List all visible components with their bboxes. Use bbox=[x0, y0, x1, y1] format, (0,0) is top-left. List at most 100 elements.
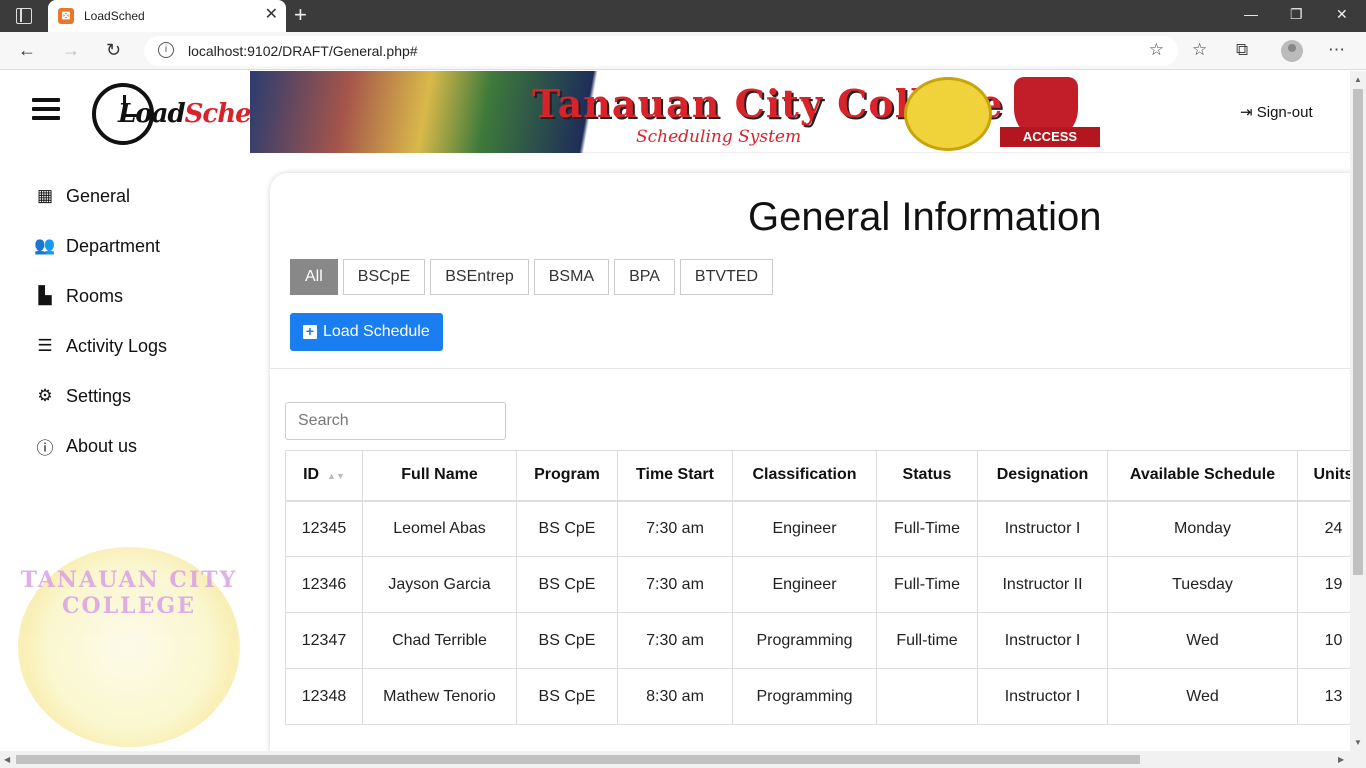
hamburger-menu-icon[interactable] bbox=[32, 98, 60, 120]
banner-subtitle: Scheduling System bbox=[636, 127, 802, 147]
cell-program: BS CpE bbox=[516, 668, 618, 725]
browser-tab[interactable]: ⊠ LoadSched ✕ bbox=[48, 0, 286, 32]
new-tab-icon[interactable]: + bbox=[294, 4, 307, 26]
cell-classification: Engineer bbox=[732, 500, 877, 557]
seal-text: TANAUAN CITY COLLEGE bbox=[20, 567, 238, 619]
collections-icon[interactable]: ⧉ bbox=[1236, 41, 1248, 59]
back-icon[interactable]: ← bbox=[18, 40, 36, 60]
restore-icon[interactable]: ❐ bbox=[1290, 6, 1303, 23]
sidebar-item-settings[interactable]: ⚙ Settings bbox=[0, 371, 250, 421]
cell-program: BS CpE bbox=[516, 612, 618, 669]
load-schedule-button[interactable]: + Load Schedule bbox=[290, 313, 443, 351]
filter-bscpe[interactable]: BSCpE bbox=[342, 259, 426, 295]
sidebar-item-rooms[interactable]: ▙ Rooms bbox=[0, 271, 250, 321]
more-menu-icon[interactable]: ⋯ bbox=[1328, 41, 1345, 59]
plus-square-icon: + bbox=[303, 324, 317, 339]
cell-program: BS CpE bbox=[516, 556, 618, 613]
table-row[interactable]: 12348 Mathew Tenorio BS CpE 8:30 am Prog… bbox=[285, 668, 1366, 725]
vertical-scrollbar[interactable]: ▲ ▼ bbox=[1350, 71, 1366, 751]
cell-status: Full-Time bbox=[876, 500, 978, 557]
users-icon: 👥 bbox=[34, 236, 56, 255]
cell-id: 12345 bbox=[285, 500, 363, 557]
cell-designation: Instructor I bbox=[977, 668, 1108, 725]
general-info-card: General Information All BSCpE BSEntrep B… bbox=[270, 173, 1366, 768]
sidebar-menu: ▦ General 👥 Department ▙ Rooms ☰ Activit… bbox=[0, 171, 250, 471]
table-header-row: ID ▲▼ Full Name Program Time Start Classi… bbox=[285, 450, 1366, 502]
filter-bsma[interactable]: BSMA bbox=[533, 259, 610, 295]
url-box[interactable]: i localhost:9102/DRAFT/General.php# ☆ bbox=[144, 36, 1178, 66]
horizontal-scroll-thumb[interactable] bbox=[16, 755, 1140, 764]
minimize-icon[interactable]: — bbox=[1244, 6, 1258, 22]
site-info-icon[interactable]: i bbox=[158, 42, 174, 58]
column-header-full-name[interactable]: Full Name bbox=[362, 450, 517, 502]
column-header-designation[interactable]: Designation bbox=[977, 450, 1108, 502]
table-row[interactable]: 12345 Leomel Abas BS CpE 7:30 am Enginee… bbox=[285, 500, 1366, 557]
cell-id: 12347 bbox=[285, 612, 363, 669]
cell-available-schedule: Tuesday bbox=[1107, 556, 1298, 613]
url-text[interactable]: localhost:9102/DRAFT/General.php# bbox=[188, 43, 418, 59]
logo-text-load: Load bbox=[118, 99, 186, 129]
forward-icon[interactable]: → bbox=[62, 40, 80, 60]
close-tab-icon[interactable]: ✕ bbox=[265, 6, 278, 24]
sidebar-item-general[interactable]: ▦ General bbox=[0, 171, 250, 221]
sidebar-item-label: Activity Logs bbox=[66, 335, 168, 356]
tab-title: LoadSched bbox=[84, 9, 145, 23]
close-window-icon[interactable]: ✕ bbox=[1336, 6, 1348, 23]
college-seal-watermark: TANAUAN CITY COLLEGE bbox=[18, 547, 240, 747]
sidebar-item-about-us[interactable]: ⓘ About us bbox=[0, 421, 250, 471]
table-row[interactable]: 12347 Chad Terrible BS CpE 7:30 am Progr… bbox=[285, 612, 1366, 669]
column-header-program[interactable]: Program bbox=[516, 450, 618, 502]
cell-designation: Instructor II bbox=[977, 556, 1108, 613]
sidebar-item-label: About us bbox=[66, 435, 138, 456]
cell-available-schedule: Monday bbox=[1107, 500, 1298, 557]
cell-classification: Programming bbox=[732, 668, 877, 725]
profile-avatar[interactable] bbox=[1281, 40, 1303, 62]
cell-full-name: Leomel Abas bbox=[362, 500, 517, 557]
column-header-id[interactable]: ID ▲▼ bbox=[285, 450, 363, 502]
load-schedule-label: Load Schedule bbox=[323, 323, 430, 340]
sidebar-item-label: Department bbox=[66, 235, 161, 256]
cell-full-name: Jayson Garcia bbox=[362, 556, 517, 613]
sidebar-item-department[interactable]: 👥 Department bbox=[0, 221, 250, 271]
web-page: LoadSched ▦ General 👥 Department ▙ Rooms… bbox=[0, 71, 1366, 768]
scroll-down-icon[interactable]: ▼ bbox=[1354, 738, 1362, 747]
access-logo: ACCESS bbox=[1000, 75, 1100, 151]
sidebar-item-activity-logs[interactable]: ☰ Activity Logs bbox=[0, 321, 250, 371]
cell-time-start: 7:30 am bbox=[617, 612, 733, 669]
cell-time-start: 7:30 am bbox=[617, 500, 733, 557]
column-header-available-schedule[interactable]: Available Schedule bbox=[1107, 450, 1298, 502]
filter-all[interactable]: All bbox=[290, 259, 338, 295]
cell-full-name: Chad Terrible bbox=[362, 612, 517, 669]
horizontal-scrollbar[interactable]: ◀ ▶ bbox=[0, 751, 1366, 768]
filter-bpa[interactable]: BPA bbox=[614, 259, 675, 295]
filter-btvted[interactable]: BTVTED bbox=[679, 259, 774, 295]
address-bar: ← → ↻ i localhost:9102/DRAFT/General.php… bbox=[0, 32, 1366, 70]
sidebar-item-label: General bbox=[66, 185, 131, 206]
sidebar-item-label: Settings bbox=[66, 385, 132, 406]
info-icon: ⓘ bbox=[36, 438, 54, 458]
filter-bsentrep[interactable]: BSEntrep bbox=[430, 259, 529, 295]
cell-status: Full-Time bbox=[876, 556, 978, 613]
college-logo bbox=[904, 77, 992, 151]
sign-out-button[interactable]: ⇥ Sign-out bbox=[1240, 103, 1313, 121]
favorites-icon[interactable]: ☆ bbox=[1192, 41, 1207, 59]
tab-actions-icon[interactable] bbox=[16, 8, 32, 24]
vertical-scroll-thumb[interactable] bbox=[1353, 89, 1363, 575]
scroll-right-icon[interactable]: ▶ bbox=[1338, 755, 1344, 764]
divider bbox=[270, 368, 1366, 369]
column-header-classification[interactable]: Classification bbox=[732, 450, 877, 502]
faculty-table: ID ▲▼ Full Name Program Time Start Classi… bbox=[285, 450, 1366, 725]
table-row[interactable]: 12346 Jayson Garcia BS CpE 7:30 am Engin… bbox=[285, 556, 1366, 613]
cell-status: Full-time bbox=[876, 612, 978, 669]
search-input[interactable] bbox=[285, 402, 506, 440]
scroll-left-icon[interactable]: ◀ bbox=[4, 755, 10, 764]
access-ribbon: ACCESS bbox=[1000, 127, 1100, 147]
column-header-status[interactable]: Status bbox=[876, 450, 978, 502]
sort-icon[interactable]: ▲▼ bbox=[327, 471, 345, 481]
favorite-star-icon[interactable]: ☆ bbox=[1149, 40, 1164, 60]
reload-icon[interactable]: ↻ bbox=[106, 40, 121, 60]
column-header-time-start[interactable]: Time Start bbox=[617, 450, 733, 502]
cell-full-name: Mathew Tenorio bbox=[362, 668, 517, 725]
cell-available-schedule: Wed bbox=[1107, 668, 1298, 725]
scroll-up-icon[interactable]: ▲ bbox=[1354, 75, 1362, 84]
